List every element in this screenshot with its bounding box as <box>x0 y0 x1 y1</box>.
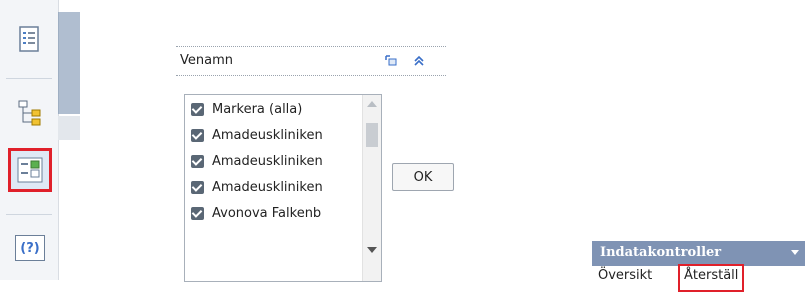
tab-oversikt[interactable]: Översikt <box>594 266 656 290</box>
list-item-label: Markera (alla) <box>212 101 303 117</box>
checkbox[interactable] <box>191 206 204 220</box>
list-item-label: Amadeuskliniken <box>212 179 323 195</box>
scroll-thumb[interactable] <box>366 123 378 147</box>
toolbar-divider <box>6 214 52 215</box>
checkbox[interactable] <box>191 154 204 168</box>
scroll-down-icon[interactable] <box>367 247 377 253</box>
list-item[interactable]: Avonova Falkenb <box>185 200 361 226</box>
list-item[interactable]: Amadeuskliniken <box>185 148 361 174</box>
scroll-up-icon[interactable] <box>367 101 377 107</box>
tree-hierarchy-icon[interactable] <box>10 93 50 133</box>
list-item-label: Amadeuskliniken <box>212 127 323 143</box>
list-item-label: Amadeuskliniken <box>212 153 323 169</box>
panel-header: Indatakontroller <box>592 241 805 266</box>
panel-tabs: Översikt Återställ <box>592 264 805 292</box>
filter-list-icon[interactable] <box>8 148 52 192</box>
checkbox[interactable] <box>191 180 204 194</box>
collapse-icon[interactable] <box>412 53 428 69</box>
toolbar-edge-strip <box>58 12 80 114</box>
toolbar-edge-strip-lower <box>58 116 80 140</box>
checkbox[interactable] <box>191 128 204 142</box>
filter-list[interactable]: Markera (alla) Amadeuskliniken Amadeuskl… <box>184 94 382 282</box>
filter-title: Venamn <box>180 53 233 68</box>
list-item[interactable]: Markera (alla) <box>185 96 361 122</box>
panel-title: Indatakontroller <box>600 245 722 260</box>
scrollbar[interactable] <box>362 95 381 281</box>
list-item[interactable]: Amadeuskliniken <box>185 122 361 148</box>
pin-icon[interactable] <box>384 53 400 69</box>
checkbox[interactable] <box>191 102 204 116</box>
help-label: (?) <box>15 235 45 261</box>
help-icon[interactable]: (?) <box>10 228 50 268</box>
left-toolbar: (?) <box>0 0 59 280</box>
list-item[interactable]: Amadeuskliniken <box>185 174 361 200</box>
filter-header: Venamn <box>176 46 446 76</box>
document-list-icon[interactable] <box>10 20 50 60</box>
toolbar-divider <box>6 78 52 79</box>
chevron-down-icon[interactable] <box>791 250 799 255</box>
tab-aterstall[interactable]: Återställ <box>678 264 745 292</box>
list-item-label: Avonova Falkenb <box>212 205 322 221</box>
ok-button[interactable]: OK <box>392 163 454 191</box>
